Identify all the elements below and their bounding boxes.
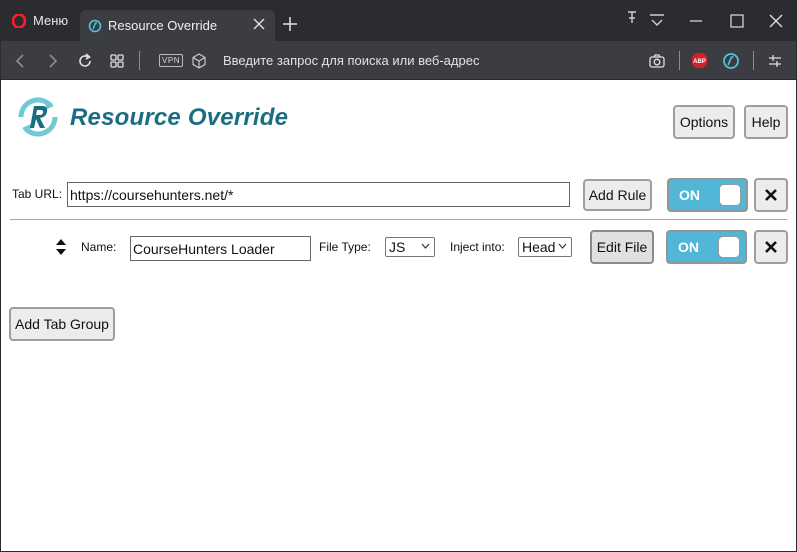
browser-tab-resource-override[interactable]: Resource Override	[80, 10, 275, 41]
minimize-icon[interactable]	[687, 12, 705, 30]
close-window-icon[interactable]	[767, 12, 785, 30]
toggle-label: ON	[678, 239, 699, 255]
add-rule-button[interactable]: Add Rule	[583, 179, 652, 211]
resource-override-extension-icon[interactable]	[722, 52, 740, 70]
options-button[interactable]: Options	[673, 105, 735, 139]
resource-override-page: Resource Override Options Help Tab URL: …	[0, 81, 797, 552]
abp-label: ABP	[693, 59, 706, 65]
toggle-knob	[719, 184, 741, 206]
close-x-icon	[765, 189, 777, 201]
toolbar-separator	[139, 51, 140, 70]
easy-setup-sliders-icon[interactable]	[766, 52, 784, 70]
opera-logo-icon	[12, 13, 26, 28]
inject-into-label: Inject into:	[450, 240, 505, 254]
resource-override-logo-icon	[18, 97, 58, 137]
close-x-icon	[765, 241, 777, 253]
toolbar-separator	[753, 51, 754, 70]
browser-tab-bar: Меню Resource Override	[0, 0, 797, 41]
add-tab-group-button[interactable]: Add Tab Group	[9, 307, 115, 341]
tab-group-divider	[10, 219, 787, 220]
edit-file-button[interactable]: Edit File	[590, 230, 654, 264]
new-tab-plus-icon[interactable]	[282, 16, 298, 32]
tab-group-on-toggle[interactable]: ON	[667, 178, 748, 212]
delete-tab-group-button[interactable]	[754, 178, 788, 212]
toggle-label: ON	[679, 187, 700, 203]
opera-menu-button[interactable]: Меню	[0, 0, 78, 41]
tab-title: Resource Override	[108, 18, 218, 33]
tab-url-input[interactable]: https://coursehunters.net/*	[67, 182, 570, 207]
inject-into-value: Head	[522, 239, 556, 255]
toolbar-separator	[679, 51, 680, 70]
rule-name-label: Name:	[81, 240, 117, 254]
file-type-value: JS	[389, 239, 406, 255]
maximize-icon[interactable]	[728, 12, 746, 30]
camera-snapshot-icon[interactable]	[648, 52, 666, 70]
vpn-badge[interactable]: VPN	[159, 54, 183, 67]
reorder-arrows-icon[interactable]	[55, 238, 67, 256]
pin-icon[interactable]	[624, 8, 642, 26]
inject-into-select[interactable]: Head	[518, 237, 572, 257]
tab-menu-icon[interactable]	[648, 12, 666, 30]
file-type-label: File Type:	[319, 240, 371, 254]
rule-on-toggle[interactable]: ON	[666, 230, 747, 264]
delete-rule-button[interactable]	[754, 230, 788, 264]
resource-override-favicon-icon	[88, 19, 102, 32]
tab-close-icon[interactable]	[251, 16, 267, 32]
address-input[interactable]: Введите запрос для поиска или веб-адрес	[223, 53, 479, 68]
page-title: Resource Override	[70, 104, 289, 131]
rule-name-input[interactable]: CourseHunters Loader	[130, 236, 311, 261]
back-arrow-icon[interactable]	[12, 52, 30, 70]
help-button[interactable]: Help	[744, 105, 788, 139]
menu-label: Меню	[33, 13, 69, 28]
chevron-down-icon	[558, 243, 567, 249]
reload-icon[interactable]	[76, 52, 94, 70]
toggle-knob	[718, 236, 740, 258]
adblock-plus-icon[interactable]: ABP	[691, 52, 708, 69]
chevron-down-icon	[421, 243, 430, 249]
address-toolbar: VPN Введите запрос для поиска или веб-ад…	[0, 41, 797, 80]
tab-url-label: Tab URL:	[12, 187, 63, 201]
speed-dial-grid-icon[interactable]	[108, 52, 126, 70]
forward-arrow-icon[interactable]	[44, 52, 62, 70]
file-type-select[interactable]: JS	[385, 237, 435, 257]
cube-security-icon[interactable]	[190, 52, 208, 70]
